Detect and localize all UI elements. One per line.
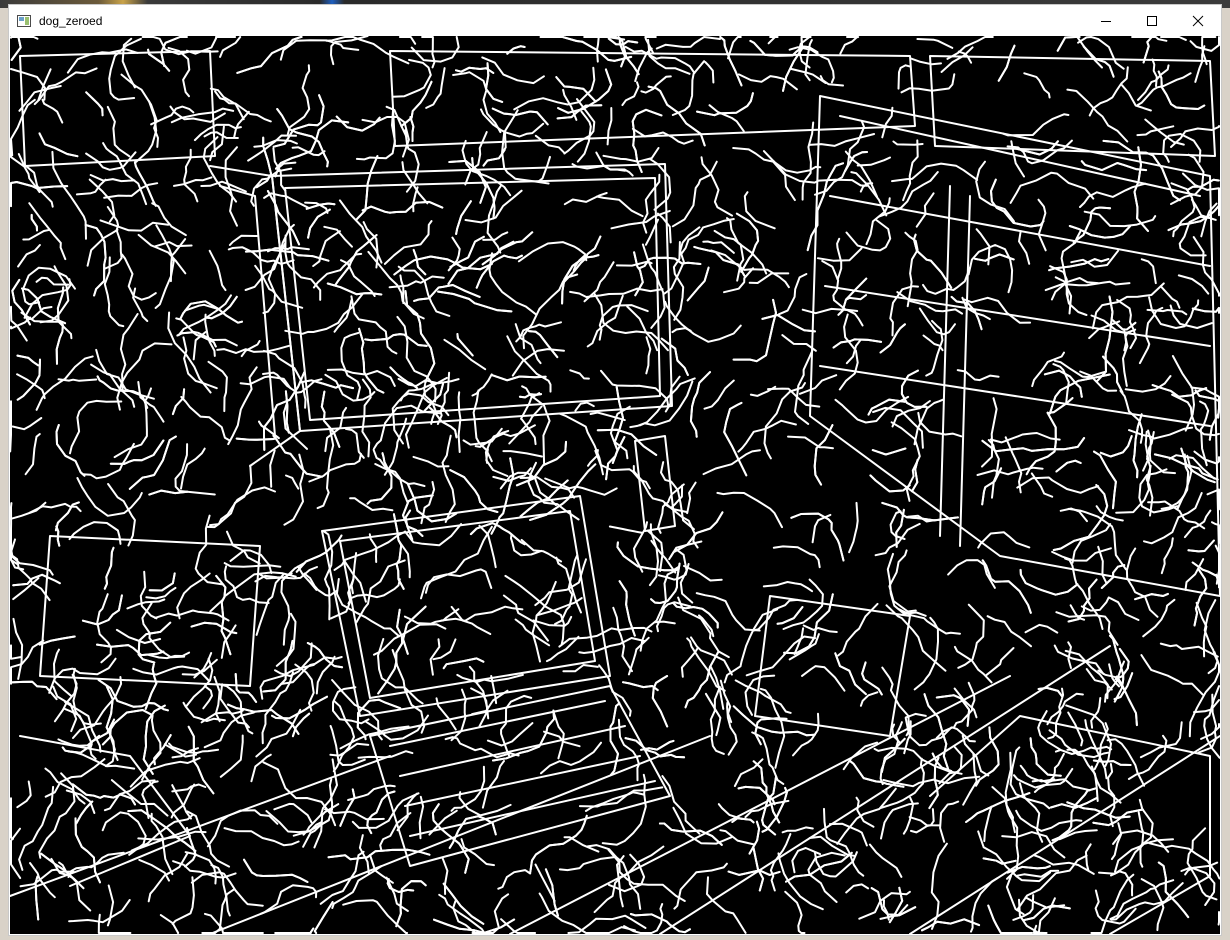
image-canvas	[10, 36, 1220, 934]
edge-contour	[57, 378, 98, 382]
close-button[interactable]	[1175, 5, 1221, 36]
window-title: dog_zeroed	[39, 13, 103, 28]
minimize-icon	[1101, 20, 1111, 22]
close-icon	[1192, 15, 1204, 26]
maximize-icon	[1147, 15, 1157, 26]
image-window: dog_zeroed	[8, 4, 1222, 936]
title-bar[interactable]: dog_zeroed	[9, 5, 1221, 36]
maximize-button[interactable]	[1129, 5, 1175, 36]
edge-map-image	[10, 36, 1220, 934]
edge-contour	[235, 437, 275, 441]
minimize-button[interactable]	[1083, 5, 1129, 36]
image-window-icon	[16, 13, 32, 29]
edge-contour	[10, 400, 12, 453]
